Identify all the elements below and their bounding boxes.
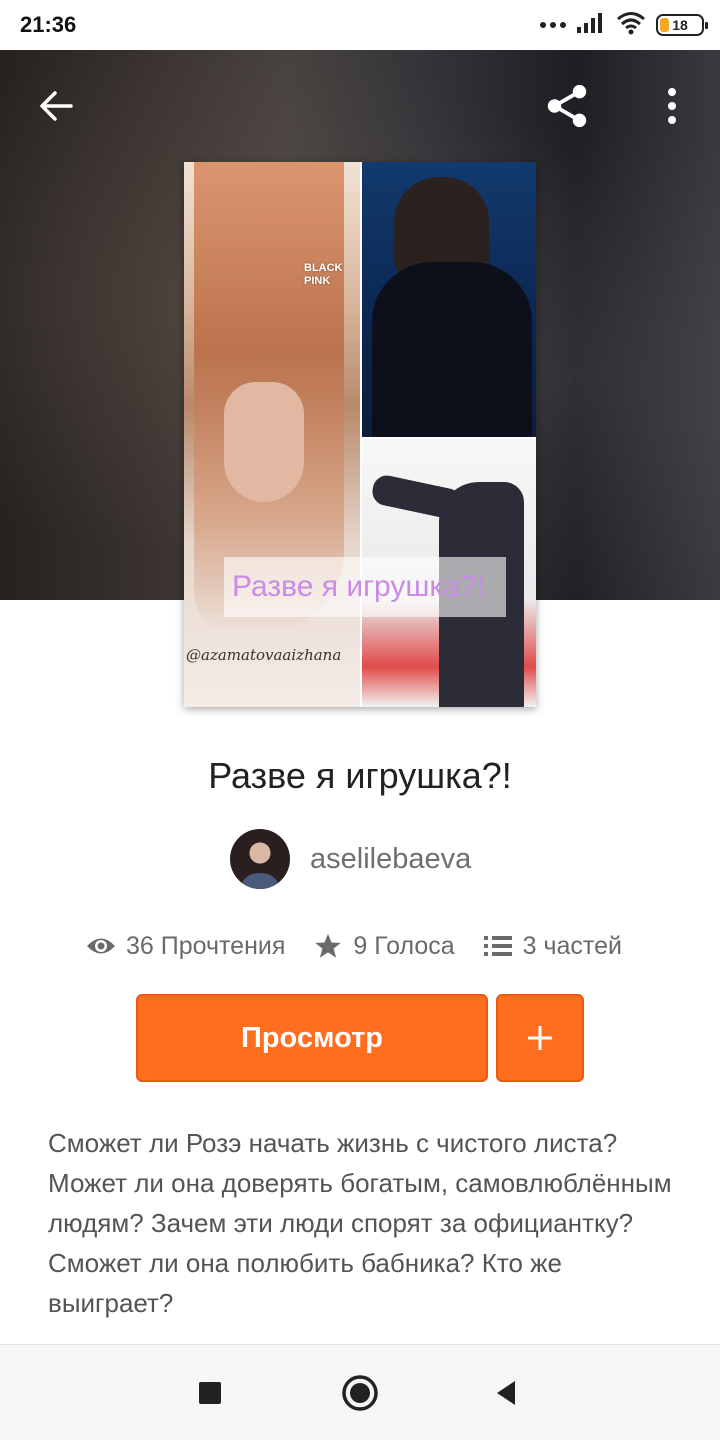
author-name[interactable]: aselilebaeva: [310, 843, 471, 876]
parts-count: 3 частей: [522, 931, 622, 960]
more-vertical-icon: [668, 88, 676, 124]
status-bar: 21:36 18: [0, 0, 720, 50]
more-options-button[interactable]: [648, 80, 696, 132]
book-cover[interactable]: BLACK PINK Разве я игрушка?! @azamatovaai…: [184, 162, 536, 707]
recent-apps-icon: [199, 1382, 221, 1404]
votes-stat: 9 Голоса: [313, 931, 455, 961]
signal-icon: [576, 12, 606, 39]
home-button[interactable]: [334, 1367, 386, 1419]
back-button[interactable]: [32, 80, 80, 132]
reads-count: 36 Прочтения: [126, 931, 286, 960]
read-button[interactable]: Просмотр: [136, 994, 488, 1082]
home-icon: [342, 1375, 378, 1411]
votes-count: 9 Голоса: [353, 931, 455, 960]
dots-icon: [540, 22, 566, 28]
recent-apps-button[interactable]: [184, 1367, 236, 1419]
list-icon: [483, 931, 513, 961]
book-title: Разве я игрушка?!: [208, 755, 512, 796]
star-icon: [313, 931, 343, 961]
nav-back-icon: [497, 1381, 515, 1405]
system-navigation-bar: [0, 1344, 720, 1440]
status-time: 21:36: [20, 12, 77, 37]
author-avatar[interactable]: [230, 829, 290, 889]
cover-credit: @azamatovaaizhana: [186, 646, 342, 664]
back-arrow-icon: [40, 91, 73, 121]
share-icon: [547, 84, 587, 128]
eye-icon: [86, 931, 116, 961]
battery-icon: 18: [656, 14, 708, 36]
parts-stat: 3 частей: [483, 931, 622, 961]
story-stats: 36 Прочтения 9 Голоса 3 частей: [86, 925, 646, 967]
share-button[interactable]: [543, 80, 591, 132]
wifi-icon: [616, 11, 646, 40]
status-icons: 18: [540, 11, 708, 40]
add-to-library-button[interactable]: [496, 994, 584, 1082]
plus-icon: [528, 1026, 552, 1050]
cover-title: Разве я игрушка?!: [232, 570, 485, 603]
nav-back-button[interactable]: [480, 1367, 532, 1419]
reads-stat: 36 Прочтения: [86, 931, 285, 961]
story-description: Сможет ли Розэ начать жизнь с чистого ли…: [48, 1128, 672, 1318]
cover-logo: BLACK PINK: [304, 262, 343, 287]
battery-level: 18: [672, 17, 688, 33]
author-link[interactable]: aselilebaeva: [230, 828, 471, 890]
